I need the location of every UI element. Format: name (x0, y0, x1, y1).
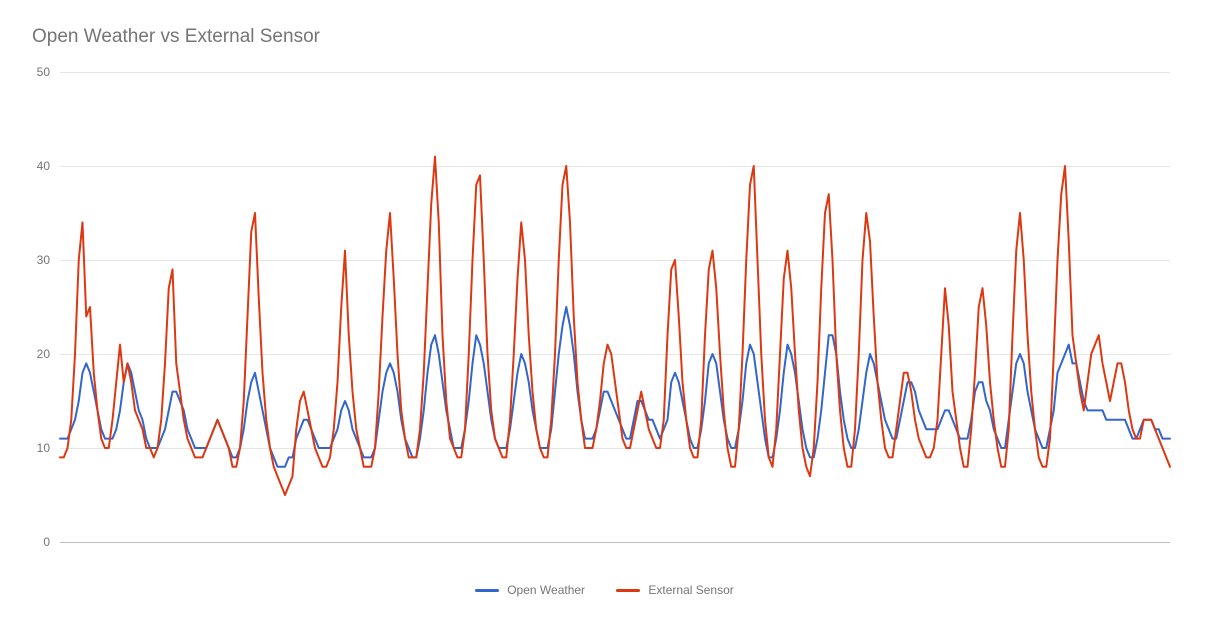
plot-area: 01020304050 (60, 72, 1170, 542)
y-tick-label: 10 (37, 441, 50, 455)
legend-swatch (616, 589, 640, 592)
legend-item-open-weather: Open Weather (475, 583, 585, 597)
legend-item-external-sensor: External Sensor (616, 583, 733, 597)
legend-label: Open Weather (507, 583, 585, 597)
chart-container: Open Weather vs External Sensor 01020304… (0, 0, 1209, 617)
chart-title: Open Weather vs External Sensor (32, 26, 320, 48)
y-tick-label: 20 (37, 347, 50, 361)
series-external-sensor (60, 157, 1170, 495)
legend-swatch (475, 589, 499, 592)
y-tick-label: 50 (37, 65, 50, 79)
y-tick-label: 30 (37, 253, 50, 267)
legend: Open Weather External Sensor (0, 581, 1209, 598)
legend-label: External Sensor (648, 583, 733, 597)
line-plot (60, 72, 1170, 542)
y-tick-label: 40 (37, 159, 50, 173)
y-tick-label: 0 (43, 535, 50, 549)
